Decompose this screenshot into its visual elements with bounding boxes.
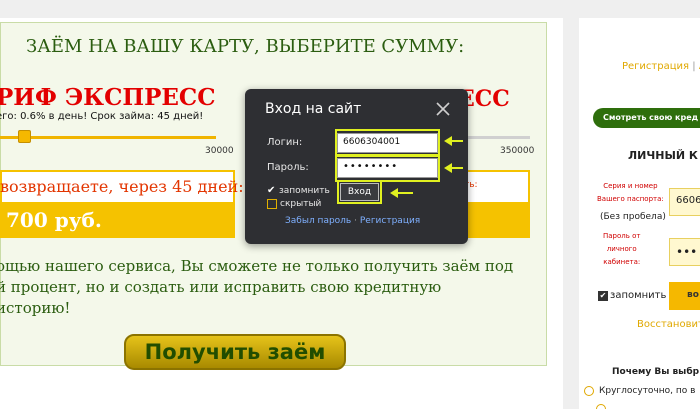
page-headline: ЗАЁМ НА ВАШУ КАРТУ, ВЫБЕРИТЕ СУММУ: [26, 36, 465, 57]
login-label: Логин: [267, 137, 303, 148]
hidden-checkbox[interactable]: скрытый [267, 199, 321, 209]
link-separator: | [692, 61, 696, 72]
password-label: Пароль: [267, 162, 309, 173]
password-label-line3: кабинета: [603, 258, 641, 266]
no-space-hint: (Без пробела) [600, 212, 666, 222]
modal-title: Вход на сайт [265, 101, 362, 117]
modal-links: Забыл пароль · Регистрация [285, 216, 420, 226]
login-modal: Вход на сайт Логин: 6606304001 Пароль: •… [245, 89, 468, 244]
return-label: возвращаете, через 45 дней: [0, 177, 244, 196]
passport-label: Серия и номер Вашего паспорта: [597, 180, 664, 206]
sidebar: Регистрация | А Смотреть свою кред ЛИЧНЫ… [579, 18, 700, 409]
passport-input[interactable]: 6606 [669, 188, 700, 216]
term-slider-track[interactable] [460, 136, 530, 139]
why-title: Почему Вы выбр [612, 367, 700, 377]
checkmark-icon: ✔ [267, 185, 276, 196]
link-separator: · [354, 216, 357, 226]
password-highlight [335, 155, 440, 182]
return-amount: 700 руб. [6, 208, 102, 232]
cabinet-password-input[interactable]: ••• [669, 238, 700, 266]
rate-text: его: 0.6% в день! Срок займа: 45 дней! [0, 111, 204, 122]
circle-bullet-icon [596, 404, 606, 409]
why-item-text: Круглосуточно, по в [599, 386, 696, 396]
arrow-left-icon [444, 136, 463, 146]
remember-label: запомнить [279, 185, 330, 196]
view-credit-history-button[interactable]: Смотреть свою кред [593, 108, 700, 128]
why-list-item: Круглосуточно, по в [584, 386, 695, 396]
submit-highlight [337, 180, 382, 204]
register-link[interactable]: Регистрация [622, 61, 689, 72]
checkbox-checked-icon: ✔ [598, 290, 608, 301]
right-info-box: ть: [458, 170, 530, 238]
remember-checkbox[interactable]: ✔ запомнить [267, 185, 330, 196]
password-label-line1: Пароль от [603, 232, 641, 240]
get-loan-button[interactable]: Получить заём [124, 334, 346, 370]
slider-right-max-label: 350000 [500, 146, 535, 156]
remember-label: запомнить [610, 290, 667, 301]
login-highlight [335, 129, 440, 156]
arrow-left-icon [390, 188, 413, 198]
slider-max-label: 30000 [205, 146, 234, 156]
passport-label-line2: Вашего паспорта: [597, 195, 664, 203]
cabinet-title: ЛИЧНЫЙ К [628, 149, 698, 162]
tariff-title: РИФ ЭКСПРЕСС [0, 84, 216, 111]
amount-slider-handle[interactable] [18, 130, 31, 143]
amount-slider-track[interactable] [0, 136, 216, 139]
checkbox-empty-icon [267, 199, 277, 209]
remember-checkbox[interactable]: ✔ запомнить [598, 290, 666, 301]
passport-label-line1: Серия и номер [603, 182, 658, 190]
hidden-label: скрытый [280, 199, 322, 209]
service-description: ощью нашего сервиса, Вы сможете не тольк… [0, 257, 514, 317]
close-icon[interactable] [435, 101, 451, 117]
circle-bullet-icon [584, 386, 594, 396]
cabinet-login-button[interactable]: во [669, 282, 700, 310]
arrow-left-icon [444, 163, 463, 173]
modal-register-link[interactable]: Регистрация [360, 216, 420, 226]
password-label: Пароль от личного кабинета: [603, 230, 640, 269]
amount-slider-fill [0, 136, 216, 139]
forgot-password-link[interactable]: Забыл пароль [285, 216, 351, 226]
right-info-fill [458, 202, 530, 238]
password-label-line2: личного [606, 245, 637, 253]
auth-links: Регистрация | А [622, 61, 700, 72]
restore-link[interactable]: Восстановит [637, 319, 700, 330]
